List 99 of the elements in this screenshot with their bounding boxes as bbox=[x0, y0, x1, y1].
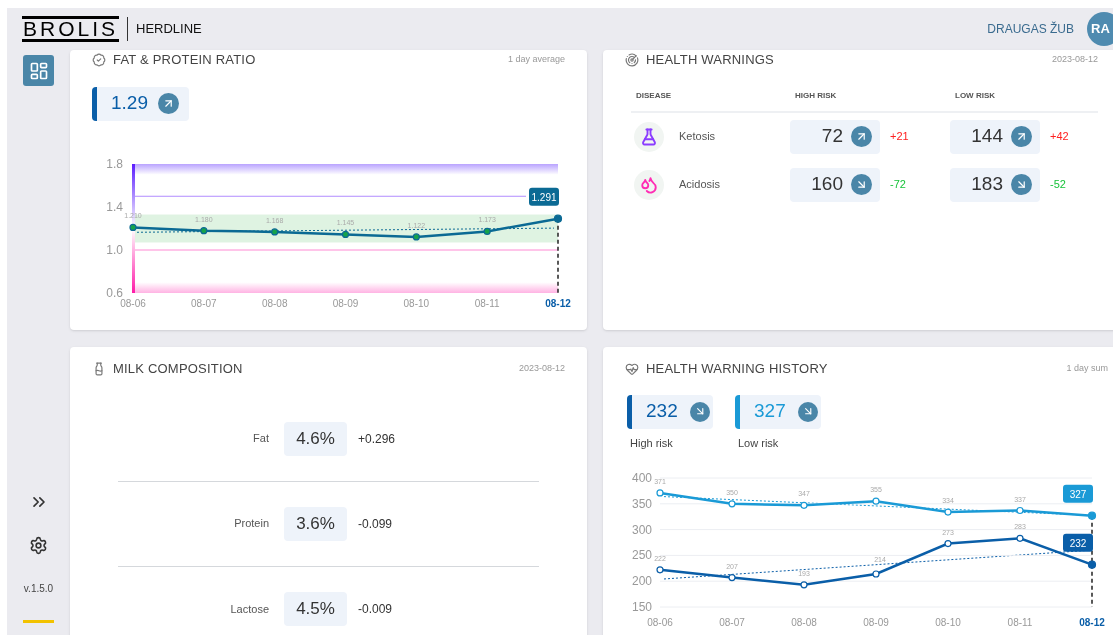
x-axis-label: 08-12 bbox=[1079, 617, 1105, 628]
data-point bbox=[483, 227, 491, 235]
disease-name: Acidosis bbox=[679, 177, 720, 193]
y-axis-label: 1.8 bbox=[106, 156, 123, 171]
data-point bbox=[1087, 511, 1097, 520]
y-axis-label: 350 bbox=[631, 496, 652, 511]
data-point bbox=[412, 232, 420, 240]
data-point bbox=[944, 508, 952, 516]
component-label: Fat bbox=[252, 431, 270, 447]
risk-delta: +42 bbox=[1050, 129, 1069, 145]
data-point bbox=[129, 223, 137, 231]
data-point bbox=[553, 214, 563, 223]
column-header: LOW RISK bbox=[954, 89, 996, 102]
data-point bbox=[656, 489, 664, 497]
data-point bbox=[800, 581, 808, 589]
component-value: 4.5% bbox=[284, 592, 347, 626]
x-axis-label: 08-12 bbox=[545, 297, 571, 309]
card-title: HEALTH WARNING HISTORY bbox=[646, 360, 828, 378]
x-axis-label: 08-09 bbox=[332, 297, 359, 309]
component-delta: -0.009 bbox=[358, 601, 394, 618]
component-value: 3.6% bbox=[284, 506, 347, 541]
value-tooltip: 327 bbox=[1063, 484, 1093, 503]
column-header: DISEASE bbox=[635, 89, 673, 102]
status-bar-mark bbox=[23, 620, 54, 623]
kpi-label: Low risk bbox=[737, 435, 780, 451]
disease-name: Ketosis bbox=[679, 129, 716, 145]
milk-icon bbox=[92, 361, 106, 376]
risk-count: 160 bbox=[811, 172, 843, 197]
component-label: Protein bbox=[233, 516, 270, 532]
x-axis-label: 08-06 bbox=[120, 297, 146, 309]
card-note: 1 day sum bbox=[1066, 362, 1108, 375]
data-point bbox=[1016, 506, 1024, 515]
card-title: FAT & PROTEIN RATIO bbox=[113, 51, 256, 69]
badge-icon bbox=[92, 52, 106, 67]
data-point bbox=[728, 500, 736, 508]
y-axis-label: 1.4 bbox=[106, 199, 123, 214]
product-name: HERDLINE bbox=[136, 20, 202, 39]
data-point bbox=[728, 574, 736, 582]
y-axis-label: 150 bbox=[631, 600, 652, 614]
value-tooltip: 1.291 bbox=[529, 187, 559, 206]
data-point bbox=[1087, 560, 1097, 569]
risk-count: 183 bbox=[971, 172, 1003, 197]
data-point bbox=[656, 566, 664, 574]
y-axis-label: 300 bbox=[631, 522, 652, 537]
y-axis-label: 400 bbox=[631, 471, 652, 485]
x-axis-label: 08-06 bbox=[647, 617, 673, 628]
card-note: 2023-08-12 bbox=[518, 362, 565, 375]
heart-pulse-icon bbox=[625, 361, 639, 376]
data-point bbox=[872, 570, 880, 578]
x-axis-label: 08-11 bbox=[474, 297, 500, 309]
kpi-value: 327 bbox=[754, 399, 786, 424]
dashboard-button[interactable] bbox=[23, 55, 54, 86]
kpi-value: 1.29 bbox=[111, 91, 148, 116]
risk-delta: +21 bbox=[890, 129, 909, 145]
component-value: 4.6% bbox=[284, 421, 347, 456]
data-point bbox=[800, 501, 808, 509]
data-point bbox=[200, 226, 208, 234]
dashboard-icon bbox=[28, 60, 49, 81]
column-header: HIGH RISK bbox=[794, 89, 838, 102]
card-note: 1 day average bbox=[507, 53, 565, 66]
version-label: v.1.5.0 bbox=[23, 582, 54, 596]
risk-delta: -72 bbox=[890, 177, 906, 193]
data-point bbox=[944, 539, 952, 548]
x-axis-label: 08-11 bbox=[1007, 617, 1033, 628]
data-point bbox=[872, 497, 880, 505]
data-point bbox=[271, 227, 279, 236]
kpi-value: 232 bbox=[646, 399, 678, 424]
y-axis-label: 1.0 bbox=[106, 242, 123, 257]
component-delta: -0.099 bbox=[358, 515, 394, 533]
risk-count: 72 bbox=[821, 124, 843, 149]
data-label: 232 bbox=[1069, 537, 1087, 549]
risk-count: 144 bbox=[971, 124, 1003, 149]
component-delta: +0.296 bbox=[358, 430, 397, 448]
data-label: 1.291 bbox=[531, 191, 557, 203]
brand-logo: BROLIS bbox=[22, 16, 120, 42]
x-axis-label: 08-07 bbox=[719, 617, 745, 628]
user-name: DRAUGAS ŽUB bbox=[987, 20, 1074, 38]
risk-delta: -52 bbox=[1050, 177, 1066, 193]
settings-icon[interactable] bbox=[29, 536, 48, 555]
radar-icon bbox=[625, 52, 639, 67]
y-axis-label: 250 bbox=[631, 548, 652, 563]
card-note: 2023-08-12 bbox=[1051, 53, 1098, 66]
x-axis-label: 08-10 bbox=[935, 617, 961, 628]
y-axis-label: 200 bbox=[631, 574, 652, 589]
card-title: MILK COMPOSITION bbox=[113, 360, 243, 378]
x-axis-label: 08-07 bbox=[191, 297, 217, 309]
user-avatar[interactable]: RA bbox=[1087, 12, 1113, 46]
y-axis-label: 0.6 bbox=[106, 285, 123, 300]
kpi-label: High risk bbox=[629, 435, 674, 451]
component-label: Lactose bbox=[229, 601, 270, 617]
x-axis-label: 08-09 bbox=[863, 617, 889, 628]
card-title: HEALTH WARNINGS bbox=[646, 51, 774, 69]
x-axis-label: 08-08 bbox=[261, 297, 288, 309]
x-axis-label: 08-10 bbox=[403, 297, 430, 309]
data-label: 327 bbox=[1069, 488, 1087, 500]
data-point bbox=[1016, 534, 1024, 542]
data-point bbox=[341, 230, 350, 238]
x-axis-label: 08-08 bbox=[791, 617, 817, 628]
value-tooltip: 232 bbox=[1063, 533, 1093, 552]
